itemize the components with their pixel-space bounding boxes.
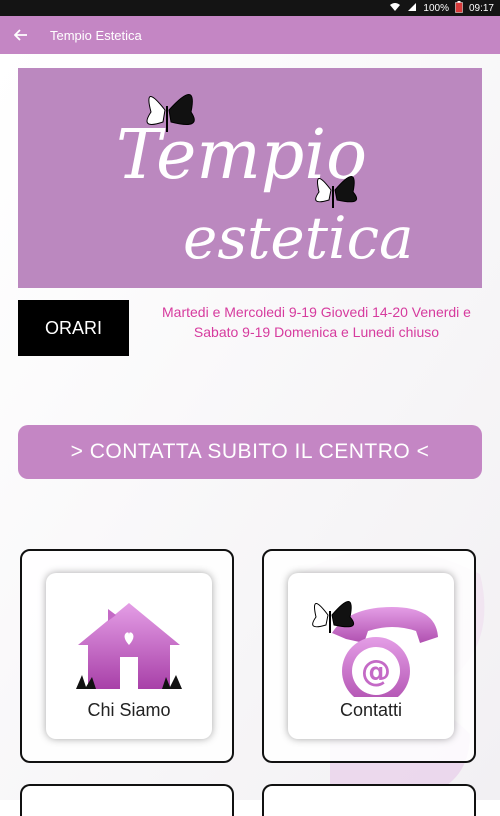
- tile-label: Contatti: [339, 700, 403, 720]
- tile-chi-siamo[interactable]: Chi Siamo: [20, 549, 234, 763]
- tile-contatti[interactable]: @ Contatti: [262, 549, 476, 763]
- clock: 09:17: [468, 3, 494, 14]
- app-title: Tempio Estetica: [50, 27, 142, 43]
- back-arrow-icon: [14, 29, 27, 41]
- contact-center-button[interactable]: > CONTATTA SUBITO IL CENTRO <: [18, 425, 482, 479]
- logo-line1: Tempio: [116, 116, 367, 195]
- orari-button[interactable]: ORARI: [18, 300, 129, 356]
- tile-card: @ Contatti: [288, 573, 454, 739]
- logo-banner: Tempio estetica: [18, 68, 482, 288]
- no-sim-icon: [407, 2, 417, 15]
- tile-next-row-right[interactable]: [262, 784, 476, 816]
- app-bar: Tempio Estetica: [0, 16, 500, 54]
- back-button[interactable]: [14, 16, 40, 54]
- phone-at-icon: @: [312, 601, 438, 697]
- house-heart-icon: [76, 603, 182, 689]
- tile-card: Chi Siamo: [46, 573, 212, 739]
- battery-icon: [455, 1, 463, 16]
- logo-line2: estetica: [183, 204, 414, 272]
- battery-percent: 100%: [423, 3, 449, 14]
- opening-hours-text: Martedi e Mercoledi 9-19 Giovedi 14-20 V…: [162, 304, 471, 340]
- wifi-icon: [389, 2, 401, 15]
- svg-text:@: @: [361, 654, 391, 689]
- status-bar: 100% 09:17: [0, 0, 500, 16]
- tile-label: Chi Siamo: [87, 700, 171, 720]
- tile-next-row-left[interactable]: [20, 784, 234, 816]
